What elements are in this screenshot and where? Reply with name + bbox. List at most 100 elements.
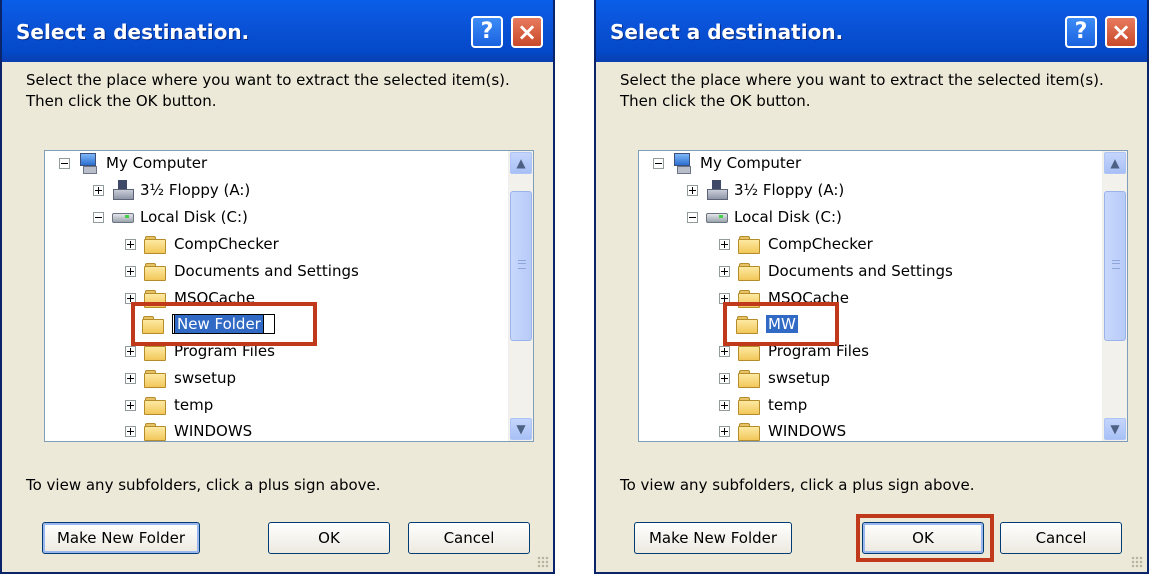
title-bar[interactable]: Select a destination. ? × — [2, 0, 553, 62]
tree-item-label: CompChecker — [174, 235, 279, 253]
floppy-drive-icon — [112, 180, 134, 200]
close-button[interactable]: × — [1105, 16, 1137, 48]
expand-icon[interactable] — [719, 399, 730, 411]
tree-item-label: WINDOWS — [174, 422, 253, 440]
tree-item-my-computer[interactable]: My Computer — [59, 151, 207, 175]
expand-icon[interactable] — [719, 265, 730, 277]
tree-item-label: temp — [174, 396, 214, 414]
hard-disk-icon — [112, 210, 134, 224]
dialog-title: Select a destination. — [610, 20, 844, 44]
tree-item-local-disk[interactable]: Local Disk (C:) — [687, 205, 842, 229]
tree-item-label: WINDOWS — [768, 422, 847, 440]
folder-tree[interactable]: My Computer 3½ Floppy (A:) Local Disk (C… — [44, 150, 534, 442]
grip-icon — [1112, 260, 1120, 269]
tree-item-label: 3½ Floppy (A:) — [734, 181, 845, 199]
expand-icon[interactable] — [125, 372, 136, 384]
expand-icon[interactable] — [125, 238, 136, 250]
expand-icon[interactable] — [93, 184, 104, 196]
make-new-folder-button[interactable]: Make New Folder — [42, 522, 200, 554]
vertical-scrollbar[interactable]: ▲ ▼ — [508, 151, 533, 441]
tree-item-folder[interactable]: Documents and Settings — [125, 259, 359, 283]
folder-icon — [144, 369, 166, 388]
cancel-button[interactable]: Cancel — [1000, 522, 1122, 554]
tree-item-label: swsetup — [768, 369, 831, 387]
dialog-description: Select the place where you want to extra… — [26, 71, 510, 110]
tree-item-label: swsetup — [174, 369, 237, 387]
subfolder-hint: To view any subfolders, click a plus sig… — [620, 476, 975, 494]
tree-item-floppy[interactable]: 3½ Floppy (A:) — [93, 178, 250, 202]
collapse-icon[interactable] — [653, 157, 664, 169]
folder-icon — [738, 235, 760, 254]
scroll-thumb[interactable] — [510, 191, 532, 341]
tree-item-local-disk[interactable]: Local Disk (C:) — [93, 205, 248, 229]
collapse-icon[interactable] — [59, 157, 70, 169]
scroll-down-button[interactable]: ▼ — [510, 418, 532, 440]
help-button[interactable]: ? — [1065, 16, 1097, 48]
folder-icon — [144, 235, 166, 254]
tree-item-label: Documents and Settings — [174, 262, 359, 280]
tree-item-label: Local Disk (C:) — [734, 208, 842, 226]
extract-dialog-left: Select a destination. ? × Select the pla… — [0, 0, 555, 574]
floppy-drive-icon — [706, 180, 728, 200]
help-icon: ? — [1074, 19, 1088, 44]
chevron-up-icon: ▲ — [1110, 156, 1120, 170]
tree-item-label: 3½ Floppy (A:) — [140, 181, 251, 199]
tree-item-folder[interactable]: CompChecker — [719, 232, 873, 256]
computer-icon — [78, 152, 100, 174]
expand-icon[interactable] — [125, 425, 136, 437]
tree-item-my-computer[interactable]: My Computer — [653, 151, 801, 175]
collapse-icon[interactable] — [93, 211, 104, 223]
tree-item-floppy[interactable]: 3½ Floppy (A:) — [687, 178, 844, 202]
make-new-folder-button[interactable]: Make New Folder — [634, 522, 792, 554]
title-bar[interactable]: Select a destination. ? × — [596, 0, 1147, 62]
expand-icon[interactable] — [719, 372, 730, 384]
tree-item-folder[interactable]: WINDOWS — [719, 419, 847, 441]
scroll-up-button[interactable]: ▲ — [510, 152, 532, 174]
highlight-box-new-folder — [131, 302, 317, 346]
tree-item-folder[interactable]: Documents and Settings — [719, 259, 953, 283]
tree-item-label: My Computer — [700, 154, 802, 172]
ok-button[interactable]: OK — [268, 522, 390, 554]
close-icon: × — [516, 18, 538, 46]
folder-icon — [144, 262, 166, 281]
cancel-button[interactable]: Cancel — [408, 522, 530, 554]
highlight-box-mw-folder — [723, 302, 839, 346]
close-button[interactable]: × — [511, 16, 543, 48]
expand-icon[interactable] — [125, 265, 136, 277]
tree-item-folder[interactable]: swsetup — [719, 366, 830, 390]
scroll-thumb[interactable] — [1104, 191, 1126, 341]
close-icon: × — [1110, 18, 1132, 46]
folder-icon — [738, 396, 760, 415]
resize-grip-icon[interactable] — [1131, 556, 1143, 568]
collapse-icon[interactable] — [687, 211, 698, 223]
expand-icon[interactable] — [719, 238, 730, 250]
tree-item-label: My Computer — [106, 154, 208, 172]
tree-item-folder[interactable]: WINDOWS — [125, 419, 253, 441]
tree-item-label: temp — [768, 396, 808, 414]
folder-icon — [738, 422, 760, 441]
vertical-scrollbar[interactable]: ▲ ▼ — [1102, 151, 1127, 441]
expand-icon[interactable] — [687, 184, 698, 196]
dialog-title: Select a destination. — [16, 20, 250, 44]
tree-item-folder[interactable]: temp — [125, 393, 213, 417]
scroll-up-button[interactable]: ▲ — [1104, 152, 1126, 174]
highlight-box-ok-button — [856, 514, 994, 562]
folder-tree[interactable]: My Computer 3½ Floppy (A:) Local Disk (C… — [638, 150, 1128, 442]
dialog-description: Select the place where you want to extra… — [620, 71, 1104, 110]
scroll-down-button[interactable]: ▼ — [1104, 418, 1126, 440]
computer-icon — [672, 152, 694, 174]
expand-icon[interactable] — [719, 425, 730, 437]
help-button[interactable]: ? — [471, 16, 503, 48]
expand-icon[interactable] — [125, 399, 136, 411]
tree-item-folder[interactable]: temp — [719, 393, 807, 417]
expand-icon[interactable] — [719, 345, 730, 357]
resize-grip-icon[interactable] — [537, 556, 549, 568]
folder-icon — [144, 422, 166, 441]
tree-item-folder[interactable]: swsetup — [125, 366, 236, 390]
chevron-down-icon: ▼ — [516, 422, 526, 436]
expand-icon[interactable] — [125, 345, 136, 357]
tree-item-folder[interactable]: CompChecker — [125, 232, 279, 256]
folder-icon — [738, 262, 760, 281]
tree-item-label: Documents and Settings — [768, 262, 953, 280]
chevron-up-icon: ▲ — [516, 156, 526, 170]
